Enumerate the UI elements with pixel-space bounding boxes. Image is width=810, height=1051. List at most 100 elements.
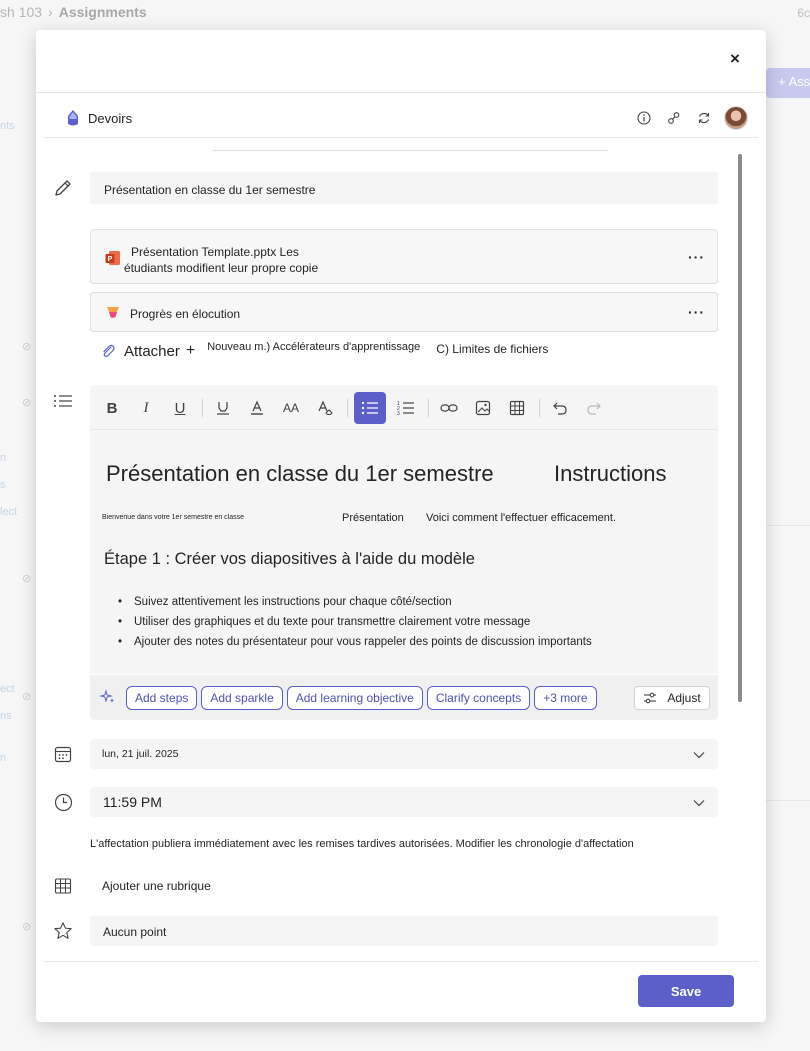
image-icon[interactable]: [469, 394, 497, 422]
due-date-picker[interactable]: lun, 21 juil. 2025: [90, 739, 718, 769]
instructions-welcome: Bienvenue dans votre 1er semestre en cla…: [102, 514, 245, 521]
italic-button[interactable]: I: [132, 394, 160, 422]
numbered-list-icon[interactable]: 123: [392, 394, 420, 422]
add-icon[interactable]: +: [186, 342, 195, 360]
share-icon[interactable]: [666, 110, 682, 126]
ai-suggestions-bar: Add steps Add sparkle Add learning objec…: [90, 674, 718, 720]
publish-note[interactable]: L'affectation publiera immédiatement ave…: [90, 838, 634, 850]
attachment-text: Présentation Template.pptx Les étudiants…: [124, 244, 324, 276]
new-learning-accelerators-button[interactable]: Nouveau m.) Accélérateurs d'apprentissag…: [207, 341, 420, 353]
underline-button[interactable]: U: [166, 394, 194, 422]
breadcrumb-assignments[interactable]: Assignments: [59, 4, 147, 20]
side-label: n: [0, 452, 7, 464]
sliders-icon: [644, 692, 657, 704]
attachment-permission: étudiants modifient leur propre copie: [124, 261, 319, 275]
side-label: n: [0, 752, 7, 764]
points-input[interactable]: Aucun point: [90, 916, 718, 946]
due-time-picker[interactable]: 11:59 PM: [90, 787, 718, 817]
top-right-text: 6c: [797, 6, 810, 20]
new-assignment-button[interactable]: + Assi: [766, 68, 810, 98]
side-label: ect: [0, 683, 15, 695]
instructions-intro: Voici comment l'effectuer efficacement.: [426, 512, 617, 524]
instructions-list: Suivez attentivement les instructions po…: [116, 592, 592, 652]
title-input[interactable]: Présentation en classe du 1er semestre: [90, 172, 718, 204]
side-label: lect: [0, 506, 18, 518]
assignment-dialog: × Devoirs Présentation en classe du 1er …: [36, 30, 766, 1022]
ai-chips: Add steps Add sparkle Add learning objec…: [126, 686, 601, 710]
devoirs-logo-icon: [68, 110, 78, 126]
bold-button[interactable]: B: [98, 394, 126, 422]
svg-text:P: P: [108, 256, 113, 263]
instructions-editor[interactable]: B I U AA 123 Présentation en classe du 1…: [90, 385, 718, 720]
instructions-heading: Présentation en classe du 1er semestre: [106, 461, 494, 486]
list-item: Suivez attentivement les instructions po…: [116, 592, 592, 612]
avatar[interactable]: [724, 106, 748, 130]
star-icon: [52, 920, 74, 942]
divider: [90, 429, 718, 430]
attachment-progress[interactable]: Progrès en élocution ···: [90, 292, 718, 332]
refresh-icon[interactable]: [696, 110, 712, 126]
scrollbar[interactable]: [738, 154, 742, 702]
undo-icon[interactable]: [546, 394, 574, 422]
paperclip-icon: [103, 344, 115, 357]
svg-text:3: 3: [397, 411, 400, 416]
instructions-heading-suffix: Instructions: [554, 461, 667, 486]
divider: [766, 800, 810, 801]
more-suggestions-chip[interactable]: +3 more: [534, 686, 597, 710]
breadcrumb-separator: ›: [48, 4, 53, 20]
more-options-button[interactable]: ···: [688, 250, 705, 264]
font-color-icon[interactable]: [243, 394, 271, 422]
sparkle-icon: [100, 689, 115, 703]
more-options-button[interactable]: ···: [688, 305, 705, 319]
toolbar-separator: [347, 399, 348, 417]
adjust-label: Adjust: [667, 691, 701, 705]
side-label: s: [0, 479, 6, 491]
side-label: nts: [0, 120, 15, 132]
hidden-eye-icon: ⊘: [22, 921, 32, 933]
hidden-eye-icon: ⊘: [22, 573, 32, 585]
app-bar: Devoirs: [44, 100, 758, 138]
due-date-value: lun, 21 juil. 2025: [102, 748, 179, 760]
info-icon[interactable]: [636, 110, 652, 126]
adjust-button[interactable]: Adjust: [634, 686, 710, 710]
chevron-down-icon: [693, 752, 705, 759]
clear-formatting-icon[interactable]: [311, 394, 339, 422]
list-item: Ajouter des notes du présentateur pour v…: [116, 632, 592, 652]
add-sparkle-chip[interactable]: Add sparkle: [201, 686, 283, 710]
font-size-icon[interactable]: AA: [277, 394, 305, 422]
instructions-presentation: Présentation: [342, 512, 404, 524]
reading-progress-icon: [107, 307, 119, 318]
list-item: Utiliser des graphiques et du texte pour…: [116, 612, 592, 632]
hidden-eye-icon: ⊘: [22, 397, 32, 409]
editor-toolbar: B I U AA 123: [98, 392, 614, 424]
highlight-icon[interactable]: [209, 394, 237, 422]
table-icon[interactable]: [503, 394, 531, 422]
attachment-filename: Présentation Template.pptx Les: [131, 245, 299, 259]
app-title: Devoirs: [66, 110, 132, 127]
add-rubric-button[interactable]: Ajouter une rubrique: [102, 879, 211, 893]
file-limits-link[interactable]: C) Limites de fichiers: [436, 342, 548, 356]
breadcrumb-class[interactable]: sh 103: [0, 4, 42, 20]
rubric-grid-icon: [52, 875, 74, 897]
points-value: Aucun point: [103, 925, 167, 939]
breadcrumb: sh 103 › Assignments: [0, 4, 147, 20]
calendar-icon: [52, 743, 74, 765]
attach-button[interactable]: Attacher: [124, 343, 180, 360]
powerpoint-icon: P: [105, 251, 120, 265]
divider: [766, 525, 810, 526]
close-button[interactable]: ×: [724, 48, 746, 70]
hidden-eye-icon: ⊘: [22, 341, 32, 353]
attachment-label: Progrès en élocution: [130, 307, 241, 321]
attachment-pptx[interactable]: P Présentation Template.pptx Les étudian…: [90, 229, 718, 284]
link-icon[interactable]: [435, 394, 463, 422]
add-steps-chip[interactable]: Add steps: [126, 686, 198, 710]
clarify-concepts-chip[interactable]: Clarify concepts: [426, 686, 531, 710]
redo-icon[interactable]: [580, 394, 608, 422]
add-learning-objective-chip[interactable]: Add learning objective: [286, 686, 423, 710]
toolbar-separator: [202, 399, 203, 417]
clock-icon: [52, 791, 74, 813]
app-name: Devoirs: [88, 111, 133, 126]
bulleted-list-button[interactable]: [354, 392, 386, 424]
side-label: ns: [0, 710, 12, 722]
save-button[interactable]: Save: [638, 975, 734, 1007]
